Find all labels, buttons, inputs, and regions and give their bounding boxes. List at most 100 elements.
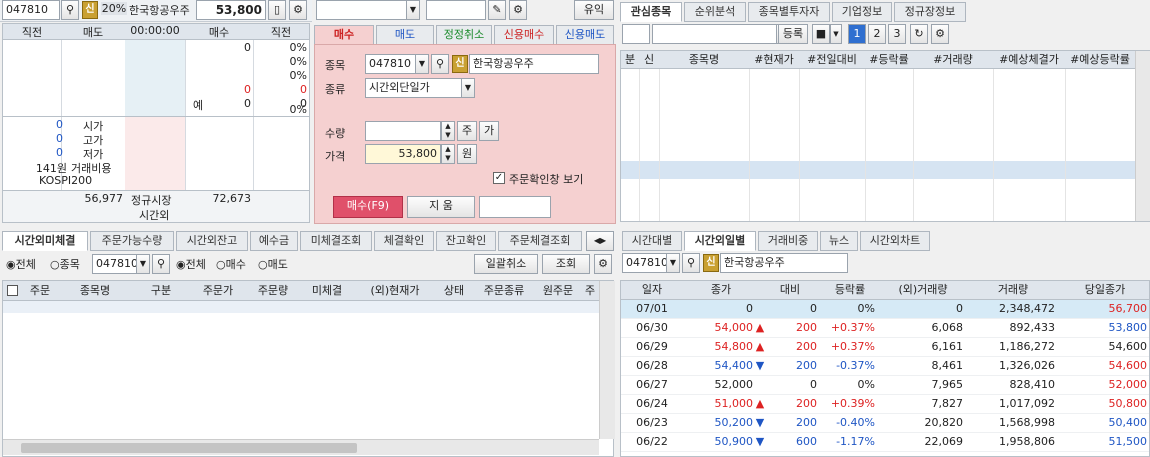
chevron-down-icon[interactable]: ▼ <box>666 253 680 273</box>
save-icon[interactable]: ▯ <box>268 0 286 20</box>
stat-value: 0 <box>56 118 63 131</box>
chevron-down-icon[interactable]: ▼ <box>415 54 429 74</box>
select-all-checkbox[interactable] <box>7 285 18 296</box>
tab-fill-confirm[interactable]: 체결확인 <box>374 231 434 251</box>
chevron-down-icon[interactable]: ▼ <box>406 0 420 20</box>
price-stepper[interactable]: ▲ ▼ <box>441 144 455 164</box>
tab-ranking[interactable]: 순위분석 <box>684 2 746 22</box>
daily-row[interactable]: 06/28 54,400 ▼ 200 -0.37% 8,461 1,326,026 54,60… <box>621 357 1149 376</box>
tab-sell[interactable]: 매도 <box>376 25 434 45</box>
search-icon[interactable]: ⚲ <box>152 254 170 274</box>
account-select[interactable] <box>316 0 420 20</box>
tab-credit-buy[interactable]: 신용매수 <box>494 25 554 45</box>
daily-row[interactable]: 06/22 50,900 ▼ 600 -1.17% 22,069 1,958,806 51,5… <box>621 433 1149 452</box>
search-icon[interactable]: ⚲ <box>61 0 79 20</box>
bottom-left-tabs: 시간외미체결 주문가능수량 시간외잔고 예수금 미체결조회 체결확인 잔고확인 … <box>0 231 616 251</box>
gear-icon[interactable]: ⚙ <box>594 254 612 274</box>
tab-trade-ratio[interactable]: 거래비중 <box>758 231 818 251</box>
regular-market-value: 72,673 <box>212 192 252 205</box>
daily-row[interactable]: 06/29 54,800 ▲ 200 +0.37% 6,161 1,186,272 54,60… <box>621 338 1149 357</box>
qty-stepper[interactable]: ▲ ▼ <box>441 121 455 141</box>
daily-cell-rate: -0.37% <box>836 359 875 372</box>
tab-watchlist[interactable]: 관심종목 <box>620 2 682 22</box>
group-select[interactable] <box>622 24 650 44</box>
tab-balance-confirm[interactable]: 잔고확인 <box>436 231 496 251</box>
daily-cell-diff: 200 <box>796 340 817 353</box>
price-input[interactable]: 53,800 <box>365 144 441 164</box>
page-1-button[interactable]: 1 <box>848 24 866 44</box>
tab-afterhours-balance[interactable]: 시간외잔고 <box>176 231 248 251</box>
view-mode-icon[interactable]: ■ <box>812 24 830 44</box>
search-icon[interactable]: ⚲ <box>682 253 700 273</box>
chevron-down-icon[interactable]: ▼ <box>830 24 842 44</box>
hoga-bid-row: 0 0% <box>187 41 309 55</box>
tab-deposit[interactable]: 예수금 <box>250 231 298 251</box>
radio-stock[interactable]: ○종목 <box>50 256 80 272</box>
price-unit-button[interactable]: 원 <box>457 144 477 164</box>
tab-regular-info[interactable]: 정규장정보 <box>894 2 966 22</box>
daily-row[interactable]: 06/24 51,000 ▲ 200 +0.39% 7,827 1,017,092 50,80… <box>621 395 1149 414</box>
qty-input[interactable] <box>365 121 441 141</box>
gear-icon[interactable]: ⚙ <box>931 24 949 44</box>
register-button[interactable]: 등록 <box>778 24 808 44</box>
daily-row[interactable]: 07/01 0 0 0% 0 2,348,472 56,700 <box>621 300 1149 319</box>
confirm-checkbox[interactable]: ✓ <box>493 172 505 184</box>
tab-orderable-qty[interactable]: 주문가능수량 <box>90 231 174 251</box>
daily-cell-dayclose: 56,700 <box>1108 302 1148 315</box>
daily-row[interactable]: 06/27 52,000 0 0% 7,965 828,410 52,000 <box>621 376 1149 395</box>
gear-icon[interactable]: ⚙ <box>289 0 307 20</box>
tab-order-fill-query[interactable]: 주문체결조회 <box>498 231 582 251</box>
edit-icon[interactable]: ✎ <box>488 0 506 20</box>
daily-cell-diff: 200 <box>796 397 817 410</box>
radio-all[interactable]: ◉전체 <box>6 256 36 272</box>
info-button[interactable]: 유익 <box>574 0 614 20</box>
tab-buy[interactable]: 매수 <box>314 25 374 45</box>
group-name-select[interactable] <box>652 24 790 44</box>
daily-row[interactable]: 06/30 54,000 ▲ 200 +0.37% 6,068 892,433 53,800 <box>621 319 1149 338</box>
tab-afterhours-unfilled[interactable]: 시간외미체결 <box>2 231 88 251</box>
daily-cell-close: 54,000 <box>714 321 754 334</box>
chevron-down-icon[interactable]: ▼ <box>461 78 475 98</box>
daily-cell-dayclose: 50,400 <box>1108 416 1148 429</box>
password-input[interactable] <box>426 0 486 20</box>
query-button[interactable]: 조회 <box>542 254 590 274</box>
page-2-button[interactable]: 2 <box>868 24 886 44</box>
page-3-button[interactable]: 3 <box>888 24 906 44</box>
tab-company-info[interactable]: 기업정보 <box>832 2 892 22</box>
unfilled-h-scrollbar[interactable] <box>3 439 599 455</box>
daily-cell-dayclose: 54,600 <box>1108 340 1148 353</box>
col-diff: 대비 <box>779 283 801 296</box>
refresh-icon[interactable]: ↻ <box>910 24 928 44</box>
gear-icon[interactable]: ⚙ <box>509 0 527 20</box>
daily-cell-date: 06/30 <box>636 321 668 334</box>
search-icon[interactable]: ⚲ <box>431 54 449 74</box>
radio-side-buy[interactable]: ○매수 <box>216 256 246 272</box>
clear-button[interactable]: 지 움 <box>407 196 475 218</box>
radio-side-sell[interactable]: ○매도 <box>258 256 288 272</box>
tab-by-time[interactable]: 시간대별 <box>622 231 682 251</box>
tab-afterhours-daily[interactable]: 시간외일별 <box>684 231 756 251</box>
stock-code-input[interactable]: 047810 <box>2 0 60 20</box>
radio-side-all[interactable]: ◉전체 <box>176 256 206 272</box>
tab-unfilled-query[interactable]: 미체결조회 <box>300 231 372 251</box>
tab-news[interactable]: 뉴스 <box>820 231 858 251</box>
daily-cell-rate: 0% <box>857 302 875 315</box>
chevron-down-icon[interactable]: ▼ <box>136 254 150 274</box>
tab-scroll-icon[interactable]: ◀▶ <box>586 231 614 251</box>
daily-cell-close: 50,200 <box>714 416 754 429</box>
qty-shares-button[interactable]: 주 <box>457 121 477 141</box>
order-type-select[interactable]: 시간외단일가 <box>365 78 475 98</box>
hoga-table: 직전 매도 00:00:00 매수 직전 0 0% 0% 0% 0 0 예 0 … <box>2 23 310 223</box>
cancel-all-button[interactable]: 일괄취소 <box>474 254 538 274</box>
unfilled-v-scrollbar[interactable] <box>599 281 615 439</box>
hoga-bid-row: 0% <box>187 55 309 69</box>
qty-available-button[interactable]: 가 <box>479 121 499 141</box>
price-label: 가격 <box>325 150 346 163</box>
tab-modify-cancel[interactable]: 정정취소 <box>436 25 492 45</box>
watchlist-scrollbar[interactable] <box>1135 51 1150 221</box>
tab-investor[interactable]: 종목별투자자 <box>748 2 830 22</box>
buy-order-button[interactable]: 매수(F9) <box>333 196 403 218</box>
daily-row[interactable]: 06/23 50,200 ▼ 200 -0.40% 20,820 1,568,998 50,4… <box>621 414 1149 433</box>
tab-afterhours-chart[interactable]: 시간외차트 <box>860 231 930 251</box>
tab-credit-sell[interactable]: 신용매도 <box>556 25 614 45</box>
